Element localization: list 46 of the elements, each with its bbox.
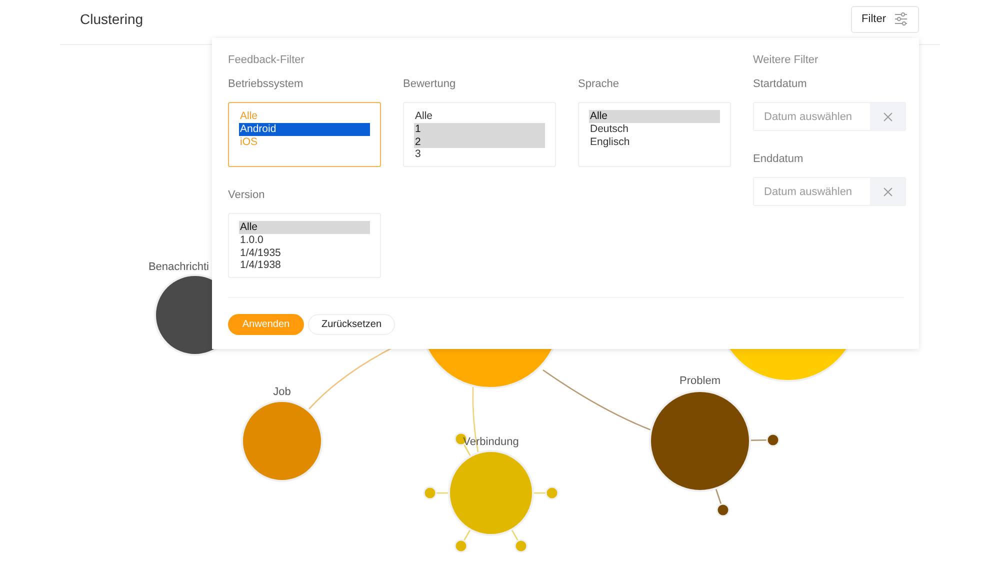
page-title: Clustering	[80, 11, 144, 27]
date-field[interactable]: Datum auswählen	[753, 102, 906, 131]
select-list[interactable]: Alle Deutsch Englisch	[578, 102, 731, 167]
panel-heading: Feedback-Filter	[228, 54, 306, 67]
sliders-icon	[894, 12, 908, 26]
close-icon	[882, 112, 892, 122]
list-option[interactable]: 1.0.0	[239, 234, 370, 247]
list-option[interactable]: 2	[414, 136, 545, 148]
date-label: Startdatum	[753, 78, 808, 91]
reset-button[interactable]: Zurücksetzen	[308, 314, 395, 335]
clear-button[interactable]	[870, 103, 905, 130]
select-list[interactable]: Alle 1.0.0 1/4/1935 1/4/1938	[228, 213, 381, 278]
list-option[interactable]: 3	[414, 148, 545, 162]
panel-heading: Weitere Filter	[753, 54, 820, 67]
date-label: Enddatum	[753, 153, 804, 166]
cluster-node[interactable]	[241, 400, 323, 482]
list-label: Betriebssystem	[228, 78, 304, 91]
list-label: Bewertung	[403, 78, 457, 91]
select-list[interactable]: Alle Android iOS	[228, 102, 381, 167]
list-label: Sprache	[578, 78, 620, 91]
list-option[interactable]: 1/4/1938	[239, 259, 370, 272]
close-icon	[882, 186, 892, 196]
satellite-node[interactable]	[545, 486, 559, 500]
list-option[interactable]: 1/4/1935	[239, 246, 370, 260]
select-list[interactable]: Alle 1 2 3	[403, 102, 556, 167]
list-option[interactable]: Englisch	[589, 136, 720, 148]
satellite-node[interactable]	[716, 503, 730, 517]
cluster-node[interactable]	[448, 450, 534, 536]
list-option[interactable]: Alle	[239, 221, 370, 234]
node-label: Benachrichti	[148, 261, 209, 273]
satellite-node[interactable]	[454, 539, 468, 553]
list-option[interactable]: Alle	[589, 110, 720, 123]
list-option[interactable]: Android	[239, 122, 370, 136]
filter-button[interactable]: Filter	[850, 6, 919, 32]
list-label: Version	[228, 189, 266, 202]
node-label: Problem	[680, 375, 720, 387]
satellite-node[interactable]	[423, 486, 437, 500]
satellite-node[interactable]	[514, 539, 528, 553]
node-label: Job	[273, 386, 291, 398]
satellite-node[interactable]	[766, 433, 780, 447]
date-field[interactable]: Datum auswählen	[753, 177, 906, 206]
list-option[interactable]: 1	[414, 122, 545, 136]
clear-button[interactable]	[870, 178, 905, 205]
list-option[interactable]: Deutsch	[589, 122, 720, 136]
cluster-node[interactable]	[649, 390, 751, 492]
list-option[interactable]: Alle	[414, 110, 545, 123]
